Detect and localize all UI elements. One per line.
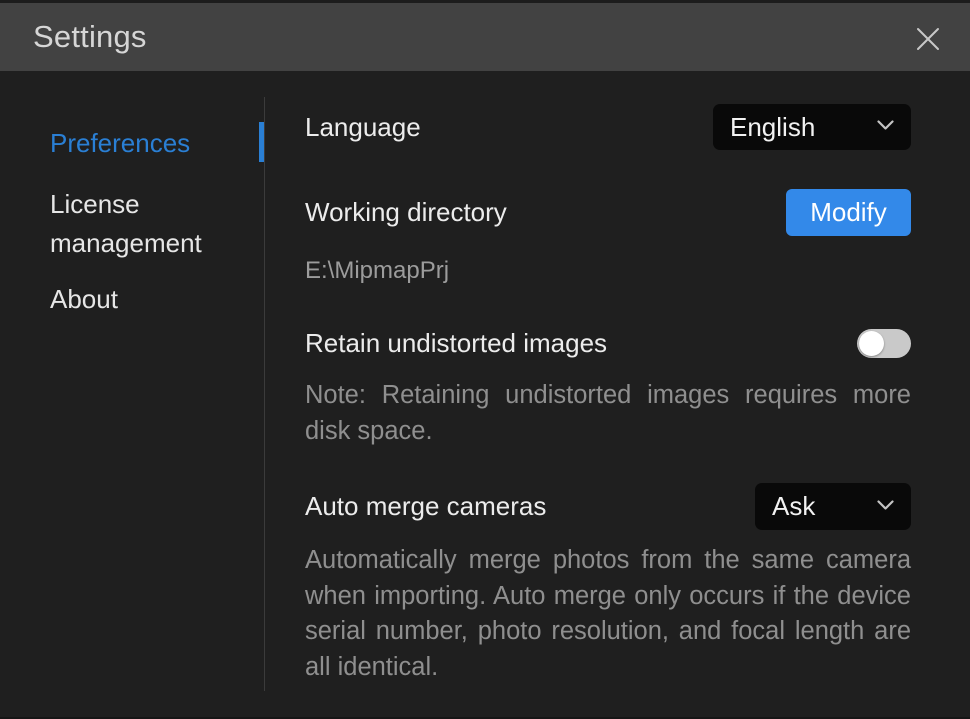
auto-merge-label: Auto merge cameras xyxy=(305,491,546,522)
working-directory-label: Working directory xyxy=(305,197,507,228)
auto-merge-dropdown-value: Ask xyxy=(772,491,815,522)
sidebar-item-label: About xyxy=(50,284,118,314)
sidebar-item-license-management[interactable]: License management xyxy=(50,185,240,263)
auto-merge-dropdown[interactable]: Ask xyxy=(755,483,911,530)
chevron-down-icon xyxy=(877,498,894,516)
modify-button[interactable]: Modify xyxy=(786,189,911,236)
sidebar-item-about[interactable]: About xyxy=(50,283,118,315)
toggle-knob xyxy=(859,331,884,356)
language-row: Language English xyxy=(305,104,911,150)
sidebar-item-preferences[interactable]: Preferences xyxy=(50,127,190,159)
language-dropdown[interactable]: English xyxy=(713,104,911,150)
settings-content: Preferences License management About Lan… xyxy=(0,71,970,719)
working-directory-path: E:\MipmapPrj xyxy=(305,257,449,285)
page-title: Settings xyxy=(33,3,147,71)
settings-dialog: Settings Preferences License management … xyxy=(0,0,970,719)
auto-merge-row: Auto merge cameras Ask xyxy=(305,483,911,530)
retain-undistorted-note: Note: Retaining undistorted images requi… xyxy=(305,378,911,449)
auto-merge-description: Automatically merge photos from the same… xyxy=(305,543,911,685)
language-label: Language xyxy=(305,112,421,143)
retain-undistorted-toggle[interactable] xyxy=(857,329,911,358)
sidebar-item-label: License management xyxy=(50,189,202,258)
sidebar-item-label: Preferences xyxy=(50,128,190,158)
sidebar-divider xyxy=(264,97,265,691)
close-button[interactable] xyxy=(908,20,948,60)
retain-undistorted-label: Retain undistorted images xyxy=(305,328,607,359)
working-directory-row: Working directory Modify xyxy=(305,189,911,236)
active-tab-indicator xyxy=(259,122,264,162)
close-icon xyxy=(915,26,941,55)
language-dropdown-value: English xyxy=(730,112,815,143)
chevron-down-icon xyxy=(877,118,894,136)
title-bar: Settings xyxy=(0,3,970,71)
retain-undistorted-row: Retain undistorted images xyxy=(305,327,911,359)
